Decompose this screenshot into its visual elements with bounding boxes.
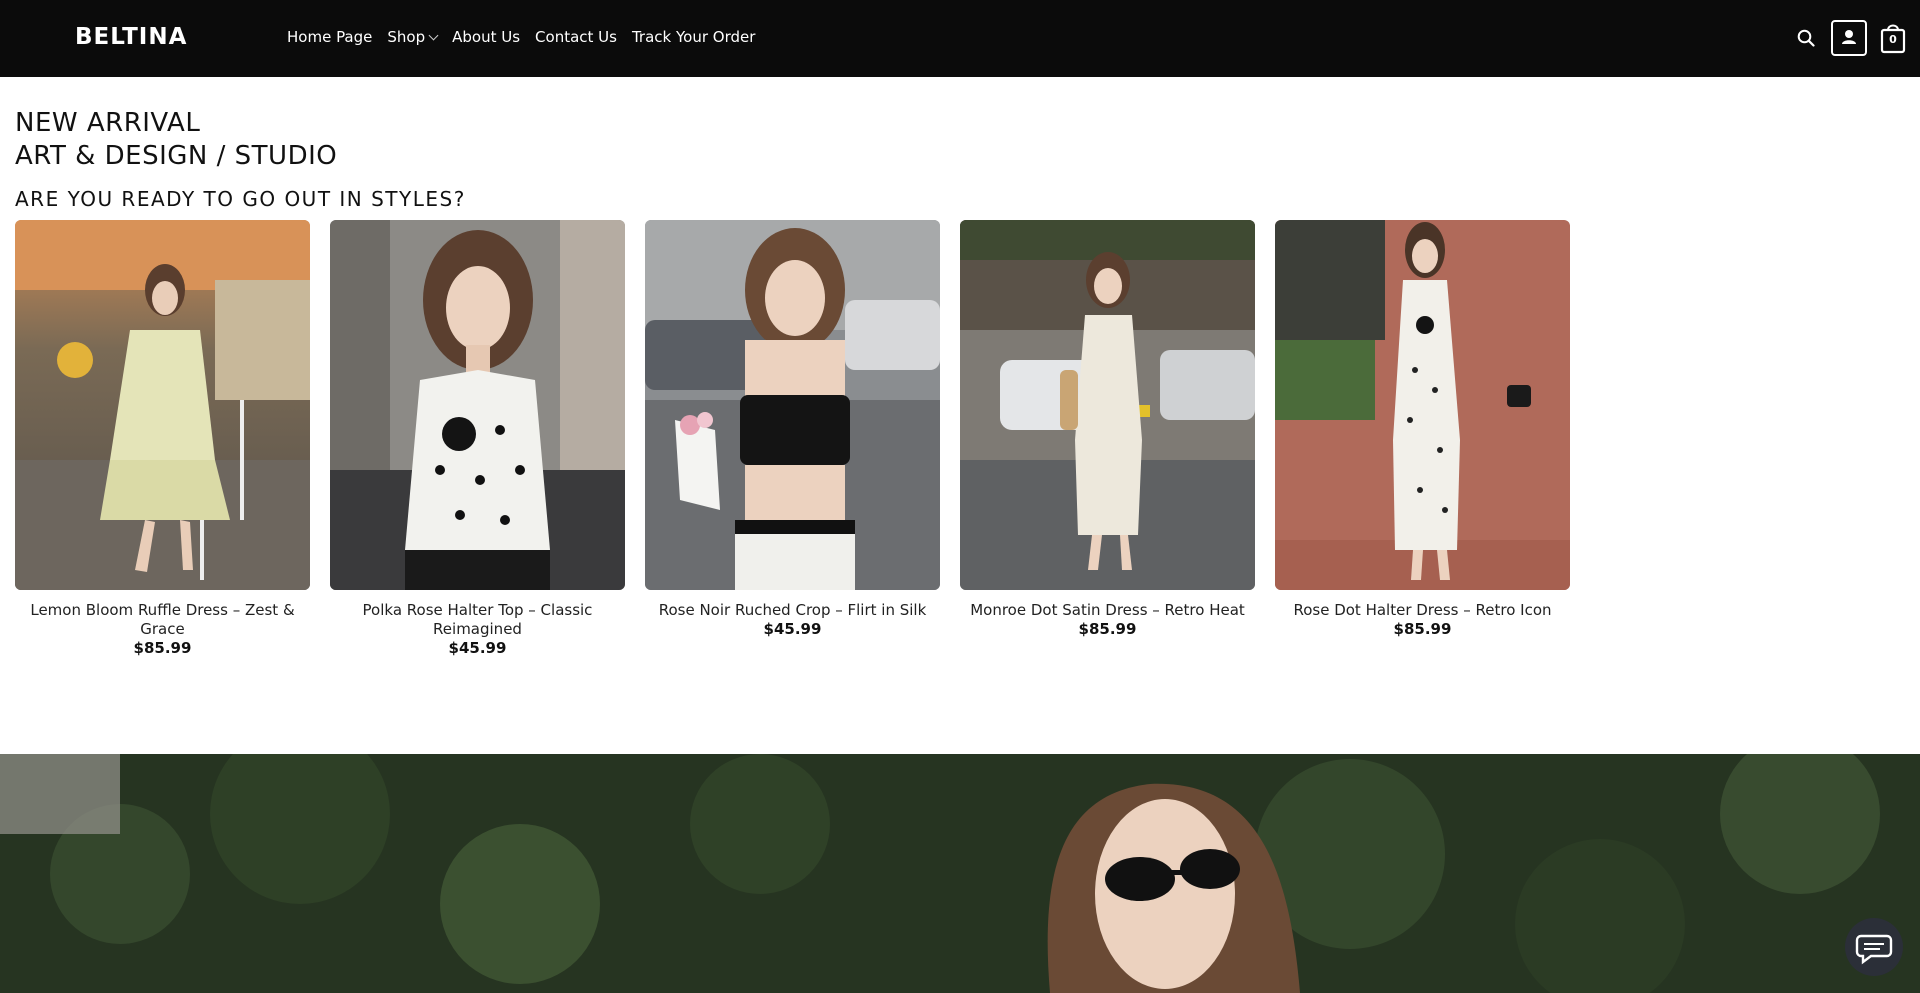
product-price: $45.99 [448, 639, 507, 657]
product-price: $45.99 [763, 620, 822, 638]
product-image[interactable] [15, 220, 310, 590]
user-icon [1842, 30, 1856, 44]
main-nav: Home Page Shop About Us Contact Us Track… [287, 28, 755, 46]
nav-track-order-label: Track Your Order [631, 28, 756, 46]
product-image[interactable] [960, 220, 1255, 590]
heading-new-arrival: NEW ARRIVAL [15, 108, 201, 138]
nav-about[interactable]: About Us [452, 28, 520, 46]
hero-banner-image [0, 754, 1920, 993]
product-price: $85.99 [133, 639, 192, 657]
chevron-down-icon [428, 30, 439, 40]
product-name[interactable]: Lemon Bloom Ruffle Dress – Zest & Grace [15, 601, 310, 639]
heading-art-design: ART & DESIGN / STUDIO [15, 141, 338, 171]
product-name[interactable]: Rose Dot Halter Dress – Retro Icon [1275, 601, 1570, 620]
product-price: $85.99 [1393, 620, 1452, 638]
product-name[interactable]: Rose Noir Ruched Crop – Flirt in Silk [645, 601, 940, 620]
cart-count: 0 [1889, 33, 1897, 46]
nav-track-order[interactable]: Track Your Order [632, 28, 755, 46]
product-name[interactable]: Monroe Dot Satin Dress – Retro Heat [960, 601, 1255, 620]
nav-shop[interactable]: Shop [387, 28, 439, 46]
nav-about-label: About Us [452, 28, 521, 46]
product-name[interactable]: Polka Rose Halter Top – Classic Reimagin… [330, 601, 625, 639]
account-button[interactable] [1831, 20, 1867, 56]
nav-home-label: Home Page [287, 28, 373, 46]
cart-button[interactable]: 0 [1880, 20, 1906, 54]
brand-logo[interactable]: BELTINA [75, 24, 187, 50]
heading-ready: ARE YOU READY TO GO OUT IN STYLES? [15, 187, 466, 211]
nav-shop-label: Shop [387, 28, 426, 46]
nav-contact[interactable]: Contact Us [535, 28, 617, 46]
nav-home[interactable]: Home Page [287, 28, 372, 46]
product-image[interactable] [1275, 220, 1570, 590]
chat-icon [1855, 934, 1893, 965]
search-icon[interactable] [1797, 29, 1815, 47]
product-image[interactable] [645, 220, 940, 590]
product-price: $85.99 [1078, 620, 1137, 638]
nav-contact-label: Contact Us [535, 28, 617, 46]
chat-button[interactable] [1845, 918, 1903, 976]
site-header: BELTINA Home Page Shop About Us Contact … [0, 0, 1920, 77]
product-image[interactable] [330, 220, 625, 590]
